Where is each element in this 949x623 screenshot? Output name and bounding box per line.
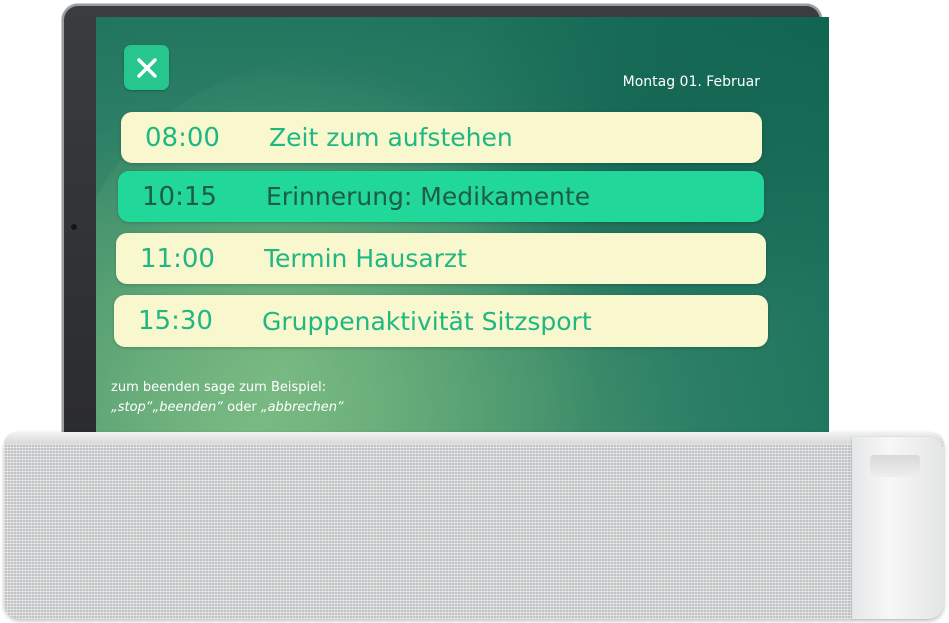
date-label: Montag 01. Februar: [622, 74, 760, 90]
event-label: Gruppenaktivität Sitzsport: [262, 306, 592, 336]
voice-hint-oder: oder: [223, 400, 261, 415]
event-item-1100[interactable]: 11:00 Termin Hausarzt: [116, 233, 766, 284]
voice-command-stop: „stop“: [111, 400, 153, 415]
event-item-0800[interactable]: 08:00 Zeit zum aufstehen: [121, 112, 762, 163]
voice-hint: zum beenden sage zum Beispiel: „stop“„be…: [111, 378, 344, 418]
dock-button-icon: [870, 455, 920, 477]
event-label: Termin Hausarzt: [264, 244, 467, 273]
voice-command-abbrechen: „abbrechen“: [260, 400, 344, 415]
event-time: 11:00: [140, 243, 215, 274]
event-time: 10:15: [142, 181, 217, 212]
event-item-1015[interactable]: 10:15 Erinnerung: Medikamente: [118, 171, 764, 222]
front-camera-icon: [71, 224, 77, 230]
speaker-dock: [4, 432, 944, 619]
smart-display-stage: Montag 01. Februar 08:00 Zeit zum aufste…: [0, 0, 949, 623]
event-time: 08:00: [145, 122, 220, 153]
event-label: Zeit zum aufstehen: [269, 123, 513, 152]
event-item-1530[interactable]: 15:30 Gruppenaktivität Sitzsport: [114, 295, 768, 347]
speaker-dock-top: [4, 432, 944, 444]
event-time: 15:30: [138, 306, 213, 336]
close-button[interactable]: [124, 45, 169, 90]
close-icon: [136, 57, 157, 78]
voice-hint-intro: zum beenden sage zum Beispiel:: [111, 380, 327, 395]
voice-command-beenden: „beenden“: [152, 400, 223, 415]
event-label: Erinnerung: Medikamente: [266, 182, 591, 211]
voice-hint-examples: „stop“„beenden“ oder „abbrechen“: [111, 398, 344, 418]
